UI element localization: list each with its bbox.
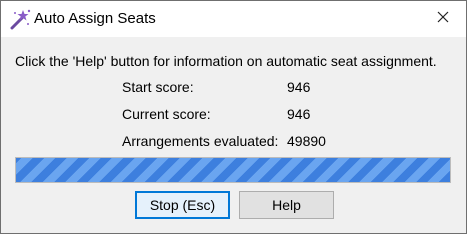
info-text: Click the 'Help' button for information … (15, 53, 437, 69)
magic-wand-icon (9, 8, 31, 30)
progress-bar (15, 157, 451, 183)
arrangements-evaluated-value: 49890 (287, 133, 326, 149)
title-bar: Auto Assign Seats (1, 1, 466, 37)
dialog-content: Click the 'Help' button for information … (1, 37, 466, 233)
start-score-label: Start score: (122, 79, 194, 95)
current-score-label: Current score: (122, 106, 211, 122)
help-button[interactable]: Help (239, 191, 334, 219)
window-title: Auto Assign Seats (34, 10, 156, 27)
progress-bar-fill (16, 158, 450, 182)
auto-assign-seats-dialog: Auto Assign Seats Click the 'Help' butto… (0, 0, 467, 234)
close-button[interactable] (420, 1, 466, 37)
arrangements-evaluated-label: Arrangements evaluated: (122, 133, 279, 149)
current-score-value: 946 (287, 106, 311, 122)
start-score-value: 946 (287, 79, 311, 95)
stop-button[interactable]: Stop (Esc) (135, 191, 230, 219)
close-icon (437, 10, 449, 28)
